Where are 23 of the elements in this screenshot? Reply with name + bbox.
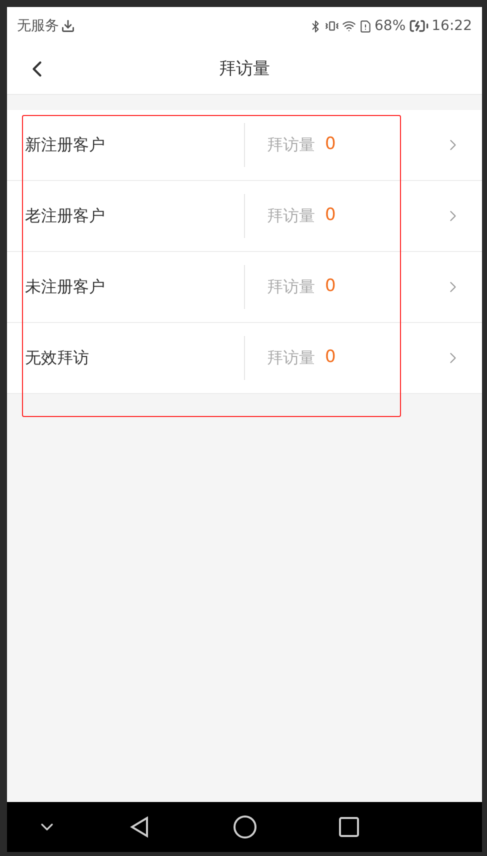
metric-value: 0 xyxy=(325,275,336,298)
vibrate-icon xyxy=(324,19,339,33)
clock: 16:22 xyxy=(432,16,472,36)
battery-percent: 68% xyxy=(374,16,406,36)
page-title: 拜访量 xyxy=(219,58,270,81)
back-triangle-icon[interactable] xyxy=(129,816,149,838)
metric-label: 拜访量 xyxy=(267,347,315,369)
metric-value: 0 xyxy=(325,346,336,370)
metric-value: 0 xyxy=(325,133,336,156)
carrier-label: 无服务 xyxy=(17,16,59,36)
metric-label: 拜访量 xyxy=(267,134,315,156)
recent-apps-icon[interactable] xyxy=(338,816,360,838)
row-title: 无效拜访 xyxy=(24,347,90,369)
row-title: 未注册客户 xyxy=(24,276,106,298)
wifi-icon xyxy=(342,19,356,33)
metric-label: 拜访量 xyxy=(267,205,315,227)
download-icon xyxy=(61,19,75,33)
metric-label: 拜访量 xyxy=(267,276,315,298)
row-title: 新注册客户 xyxy=(24,134,106,156)
sim-alert-icon xyxy=(358,20,372,32)
metric-value: 0 xyxy=(325,204,336,228)
home-circle-icon[interactable] xyxy=(233,815,257,839)
row-title: 老注册客户 xyxy=(24,205,106,227)
